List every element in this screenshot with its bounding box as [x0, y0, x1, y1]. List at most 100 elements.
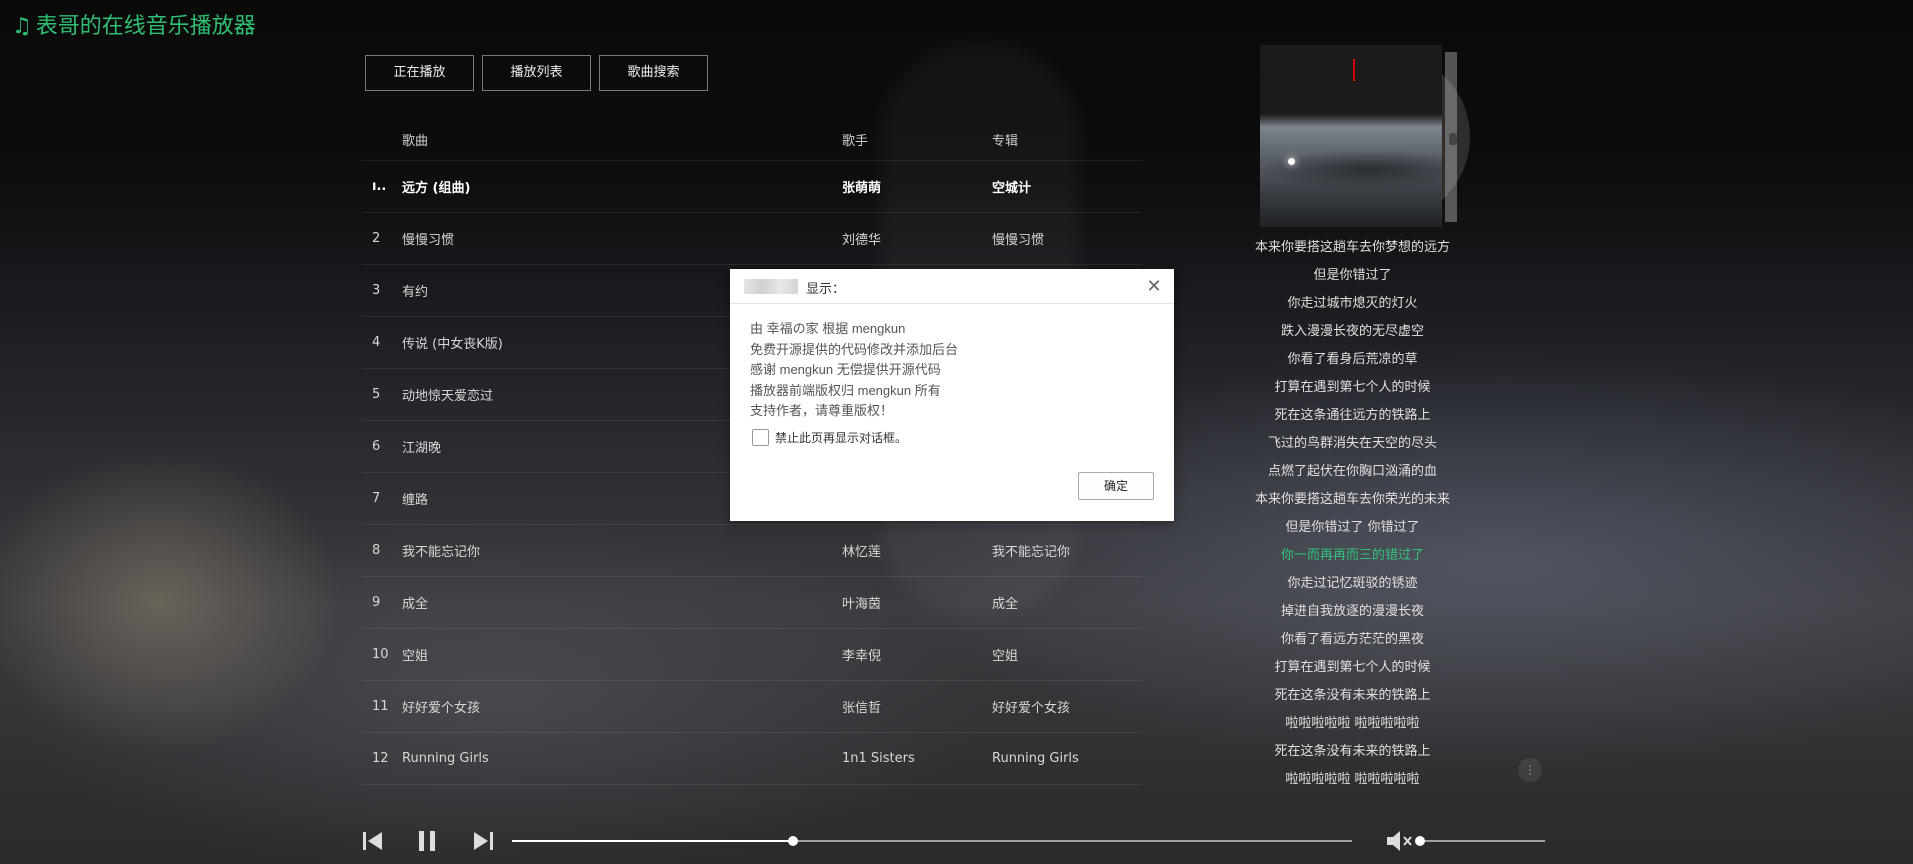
lyric-line: 死在这条通往远方的铁路上 — [1274, 408, 1431, 423]
music-note-icon: ♫ — [12, 14, 32, 39]
song-row[interactable]: 8 我不能忘记你 林忆莲 我不能忘记你 — [362, 525, 1142, 577]
song-album: 空城计 — [992, 181, 1032, 196]
volume-bar[interactable] — [1415, 836, 1545, 846]
volume-handle[interactable] — [1415, 836, 1425, 846]
tab-playlist[interactable]: 播放列表 — [482, 55, 591, 91]
lyric-line: 掉进自我放逐的漫漫长夜 — [1280, 604, 1424, 619]
header-artist: 歌手 — [842, 133, 869, 149]
song-artist: 林忆莲 — [842, 545, 882, 560]
dialog-line: 支持作者，请尊重版权！ — [750, 403, 894, 418]
song-number: 3 — [372, 283, 381, 298]
song-number: ı.. — [372, 179, 387, 194]
progress-handle[interactable] — [788, 836, 799, 846]
song-number: 2 — [372, 231, 381, 246]
song-number: 8 — [372, 543, 381, 558]
song-number: 10 — [372, 647, 389, 662]
dialog-line: 由 幸福の家 根据 mengkun — [750, 321, 906, 336]
song-album: 我不能忘记你 — [992, 545, 1071, 560]
song-artist: 张萌萌 — [842, 181, 882, 196]
header-song: 歌曲 — [402, 133, 429, 149]
song-name: 我不能忘记你 — [402, 545, 481, 560]
dialog-line: 感谢 mengkun 无偿提供开源代码 — [750, 362, 941, 377]
song-name: 成全 — [402, 597, 429, 612]
main-tabs: 正在播放 播放列表 歌曲搜索 — [365, 55, 708, 91]
next-button[interactable] — [470, 828, 496, 854]
song-album: Running Girls — [992, 751, 1079, 766]
song-row[interactable]: 10 空姐 李幸倪 空姐 — [362, 629, 1142, 681]
close-icon[interactable]: ✕ — [1144, 276, 1164, 296]
lyric-line: 你看了看远方茫茫的黑夜 — [1280, 632, 1424, 647]
song-artist: 叶海茵 — [842, 597, 882, 612]
song-name: Running Girls — [402, 751, 489, 766]
song-number: 7 — [372, 491, 381, 506]
lyric-line: 死在这条没有未来的铁路上 — [1274, 744, 1431, 759]
tab-song-search[interactable]: 歌曲搜索 — [599, 55, 708, 91]
song-album: 好好爱个女孩 — [992, 701, 1071, 716]
dialog-message: 由 幸福の家 根据 mengkun 免费开源提供的代码修改并添加后台 感谢 me… — [730, 304, 1174, 422]
song-artist: 1n1 Sisters — [842, 751, 915, 766]
song-row[interactable]: 12 Running Girls 1n1 Sisters Running Girls — [362, 733, 1142, 785]
lyric-line: 本来你要搭这趟车去你荣光的未来 — [1254, 492, 1450, 507]
song-number: 5 — [372, 387, 381, 402]
prev-button[interactable] — [360, 828, 386, 854]
lyric-line: 飞过的鸟群消失在天空的尽头 — [1267, 436, 1437, 451]
app-logo: ♫ 表哥的在线音乐播放器 — [12, 8, 256, 40]
tab-now-playing[interactable]: 正在播放 — [365, 55, 474, 91]
dialog-title: 显示： — [806, 281, 846, 296]
suppress-dialog-label: 禁止此页再显示对话框。 — [775, 431, 908, 445]
lyrics-panel: 本来你要搭这趟车去你梦想的远方 但是你错过了你走过城市熄灭的灯火 跌入漫漫长夜的无尽… — [1240, 234, 1465, 784]
lyric-line: 啦啦啦啦啦 啦啦啦啦啦 — [1285, 772, 1420, 784]
dialog-line: 免费开源提供的代码修改并添加后台 — [750, 341, 959, 357]
song-artist: 刘德华 — [842, 233, 882, 248]
mute-button[interactable] — [1385, 828, 1417, 854]
lyric-line: 死在这条没有未来的铁路上 — [1274, 688, 1431, 703]
lyric-line: 本来你要搭这趟车去你梦想的远方 — [1254, 240, 1450, 255]
lyric-line: 你走过城市熄灭的灯火 — [1287, 296, 1418, 311]
song-album: 成全 — [992, 597, 1019, 612]
header-album: 专辑 — [992, 133, 1019, 149]
app-title: 表哥的在线音乐播放器 — [35, 14, 256, 39]
lyric-line: 跌入漫漫长夜的无尽虚空 — [1280, 324, 1424, 339]
lyric-line: 但是你错过了 你错过了 — [1285, 520, 1420, 535]
progress-fill — [512, 840, 794, 842]
song-row[interactable]: ı.. 远方 (组曲) 张萌萌 空城计 — [362, 161, 1142, 213]
suppress-dialog-checkbox[interactable] — [752, 429, 769, 446]
cover-moon — [1288, 158, 1295, 165]
alert-dialog: 显示： ✕ 由 幸福の家 根据 mengkun 免费开源提供的代码修改并添加后台… — [730, 269, 1174, 521]
cover-clouds — [1260, 150, 1442, 190]
next-icon — [474, 832, 493, 850]
lyric-line: 你看了看身后荒凉的草 — [1287, 352, 1418, 367]
lyric-line: 啦啦啦啦啦 啦啦啦啦啦 — [1285, 716, 1420, 731]
song-row[interactable]: 11 好好爱个女孩 张信哲 好好爱个女孩 — [362, 681, 1142, 733]
suppress-dialog-option[interactable]: 禁止此页再显示对话框。 — [752, 429, 907, 446]
volume-mute-icon — [1387, 831, 1412, 851]
more-options-icon[interactable]: ⋮ — [1518, 758, 1542, 782]
dialog-line: 播放器前端版权归 mengkun 所有 — [750, 382, 941, 398]
pause-button[interactable] — [414, 828, 440, 854]
song-row[interactable]: 9 成全 叶海茵 成全 — [362, 577, 1142, 629]
song-name: 空姐 — [402, 649, 429, 664]
lyric-line: 但是你错过了 — [1313, 268, 1392, 283]
ok-button[interactable]: 确定 — [1078, 472, 1154, 500]
progress-bar[interactable] — [512, 836, 1352, 846]
lyric-line: 你走过记忆斑驳的锈迹 — [1287, 576, 1418, 591]
song-artist: 李幸倪 — [842, 649, 882, 664]
dialog-site-origin — [744, 279, 798, 294]
song-number: 9 — [372, 595, 381, 610]
song-name: 好好爱个女孩 — [402, 701, 481, 716]
cover-title-mark — [1353, 59, 1355, 81]
song-name: 远方 (组曲) — [402, 181, 471, 196]
lyric-line: 点燃了起伏在你胸口汹涌的血 — [1267, 464, 1437, 479]
song-number: 6 — [372, 439, 381, 454]
song-album: 慢慢习惯 — [992, 233, 1045, 248]
song-number: 11 — [372, 699, 389, 714]
song-artist: 张信哲 — [842, 701, 882, 716]
pause-icon — [419, 831, 435, 851]
song-name: 慢慢习惯 — [402, 233, 455, 248]
current-lyric-line: 你一而再再而三的错过了 — [1280, 548, 1424, 563]
lyric-line: 打算在遇到第七个人的时候 — [1274, 380, 1431, 395]
song-number: 4 — [372, 335, 381, 350]
song-album: 空姐 — [992, 649, 1019, 664]
album-cover — [1260, 45, 1442, 227]
song-row[interactable]: 2 慢慢习惯 刘德华 慢慢习惯 — [362, 213, 1142, 265]
